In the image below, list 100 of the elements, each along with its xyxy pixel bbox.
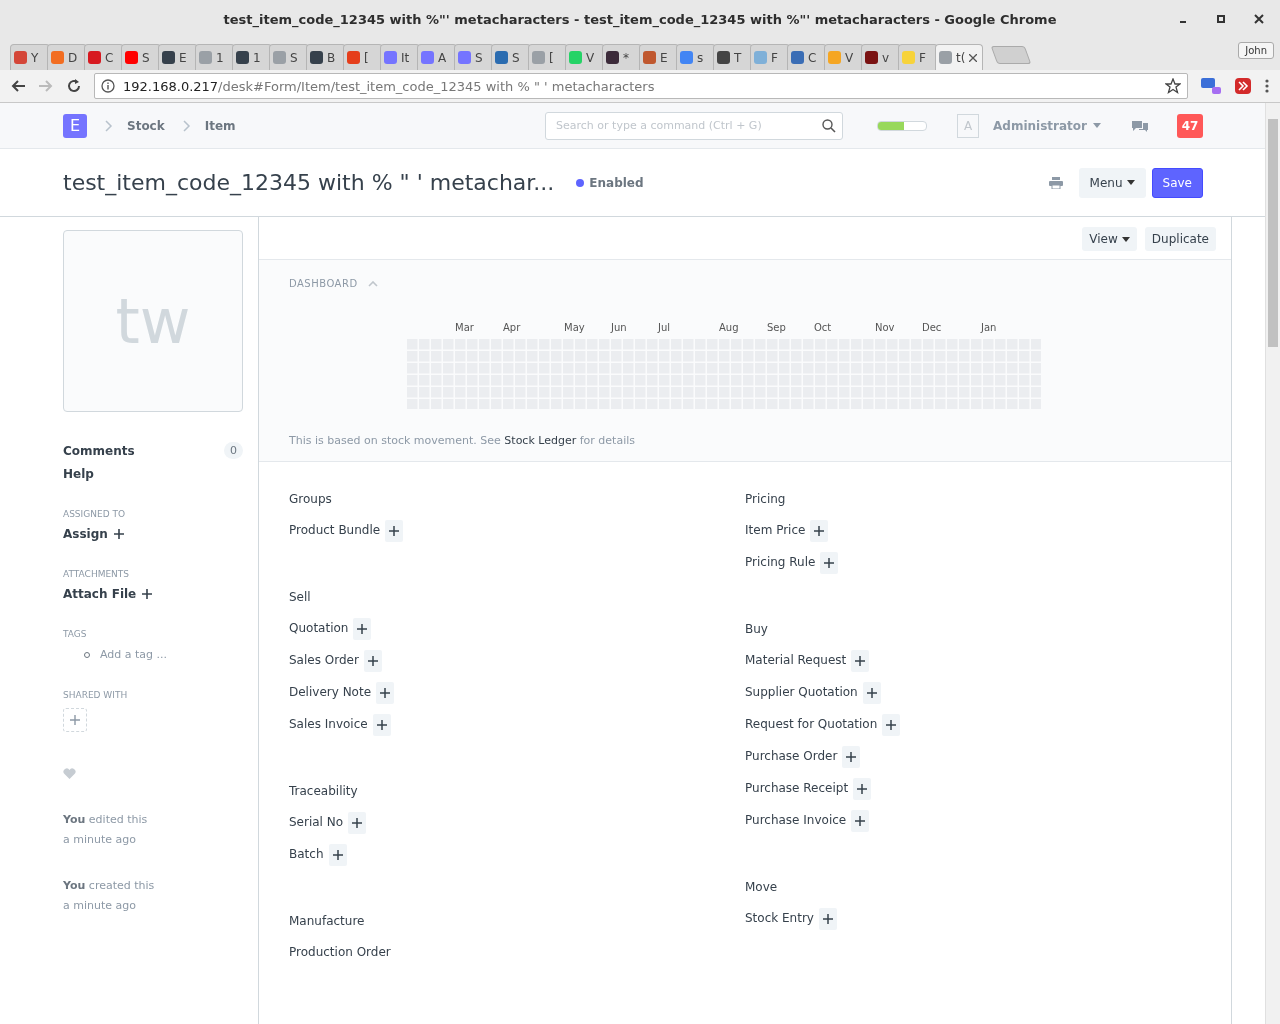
browser-tab[interactable]: C	[787, 44, 827, 70]
add-button[interactable]	[882, 714, 901, 736]
reload-icon[interactable]	[66, 78, 82, 94]
add-button[interactable]	[842, 746, 861, 768]
browser-tab[interactable]: V	[565, 44, 605, 70]
add-button[interactable]	[851, 810, 870, 832]
document-link[interactable]: Purchase Order	[745, 749, 838, 763]
caret-icon	[1121, 236, 1130, 242]
browser-tab[interactable]: A	[417, 44, 457, 70]
browser-tab[interactable]: *	[602, 44, 642, 70]
browser-tab[interactable]: Y	[10, 44, 50, 70]
browser-tab[interactable]: C	[84, 44, 124, 70]
document-link[interactable]: Supplier Quotation	[745, 685, 858, 699]
document-link[interactable]: Material Request	[745, 653, 847, 667]
menu-icon[interactable]	[1264, 78, 1270, 94]
plus-icon	[352, 818, 363, 828]
group-title: Manufacture	[289, 914, 366, 928]
add-button[interactable]	[348, 812, 367, 834]
document-link[interactable]: Purchase Receipt	[745, 781, 849, 795]
month-label: Nov	[875, 322, 895, 333]
window-title: test_item_code_12345 with %"' metacharacters - test_item_code_12345 with %"' metacharacters - Google Chrome	[223, 11, 1057, 27]
add-button[interactable]	[385, 520, 404, 542]
menu-button[interactable]: Menu	[1078, 167, 1146, 198]
tag-input[interactable]: Add a tag ...	[98, 647, 222, 662]
comments-link[interactable]: Comments	[63, 443, 135, 458]
month-label: Dec	[922, 322, 942, 333]
star-icon[interactable]	[1165, 78, 1181, 94]
help-link[interactable]: Help	[63, 467, 243, 481]
app-logo[interactable]: E	[63, 113, 87, 138]
document-link[interactable]: Batch	[289, 847, 324, 861]
add-button[interactable]	[363, 650, 382, 672]
profile-button[interactable]: John	[1238, 42, 1274, 59]
breadcrumb-link[interactable]: Stock	[127, 118, 165, 133]
add-button[interactable]	[376, 682, 395, 704]
document-link[interactable]: Purchase Invoice	[745, 813, 847, 827]
document-link[interactable]: Stock Entry	[745, 911, 814, 925]
document-link[interactable]: Item Price	[745, 523, 806, 537]
chat-icon[interactable]	[1131, 118, 1149, 133]
close-icon[interactable]	[969, 53, 978, 62]
sidebar-action-link[interactable]: Attach File	[63, 587, 243, 601]
add-button[interactable]	[862, 682, 881, 704]
back-icon[interactable]	[10, 78, 26, 94]
add-button[interactable]	[328, 844, 347, 866]
browser-tab[interactable]: V	[824, 44, 864, 70]
browser-tab[interactable]: t(	[935, 44, 983, 70]
browser-tab[interactable]: [	[343, 44, 383, 70]
browser-tab[interactable]: E	[158, 44, 198, 70]
add-button[interactable]	[851, 650, 870, 672]
browser-tab[interactable]: s	[676, 44, 716, 70]
browser-tab[interactable]: S	[121, 44, 161, 70]
browser-tab[interactable]: v	[861, 44, 901, 70]
browser-tab[interactable]: S	[269, 44, 309, 70]
add-button[interactable]	[353, 618, 372, 640]
document-link[interactable]: Quotation	[289, 621, 349, 635]
stock-ledger-link[interactable]: Stock Ledger	[504, 434, 577, 447]
plus-icon	[822, 914, 833, 924]
document-link[interactable]: Sales Invoice	[289, 717, 368, 731]
browser-tab[interactable]: S	[491, 44, 531, 70]
breadcrumb-link[interactable]: Item	[204, 118, 236, 133]
document-link[interactable]: Pricing Rule	[745, 555, 816, 569]
plus-icon	[814, 526, 825, 536]
save-button[interactable]: Save	[1151, 167, 1203, 198]
document-link[interactable]: Product Bundle	[289, 523, 381, 537]
plus-icon	[70, 715, 80, 725]
document-link[interactable]: Production Order	[289, 945, 391, 959]
browser-tab[interactable]: T	[713, 44, 753, 70]
document-link[interactable]: Delivery Note	[289, 685, 372, 699]
duplicate-button[interactable]: Duplicate	[1144, 227, 1216, 251]
browser-tab[interactable]: B	[306, 44, 346, 70]
sidebar-action-link[interactable]: Assign	[63, 527, 243, 541]
browser-tab[interactable]: F	[898, 44, 938, 70]
add-button[interactable]	[810, 520, 829, 542]
browser-tab[interactable]: E	[639, 44, 679, 70]
extension-icon[interactable]	[1200, 76, 1222, 96]
add-button[interactable]	[818, 908, 837, 930]
close-icon[interactable]	[1254, 14, 1264, 24]
browser-tab[interactable]: 1	[232, 44, 272, 70]
add-button[interactable]	[853, 778, 872, 800]
browser-tab[interactable]: 1	[195, 44, 235, 70]
print-icon[interactable]	[1048, 176, 1063, 189]
extension-icon[interactable]	[1234, 77, 1252, 95]
browser-tab[interactable]: [	[528, 44, 568, 70]
address-field[interactable]: 192.168.0.217/desk#Form/Item/test_item_code_12345 with % " ' metacharacters	[94, 73, 1188, 99]
document-link[interactable]: Request for Quotation	[745, 717, 878, 731]
browser-tab[interactable]: S	[454, 44, 494, 70]
section-heading: ATTACHMENTS	[63, 569, 131, 579]
plus-icon	[866, 688, 877, 698]
plus-icon	[824, 558, 835, 568]
add-button[interactable]	[372, 714, 391, 736]
scrollbar[interactable]	[1265, 103, 1280, 1024]
document-link[interactable]: Serial No	[289, 815, 344, 829]
activity-time: a minute ago	[63, 898, 137, 914]
maximize-icon[interactable]	[1216, 14, 1226, 24]
browser-tab[interactable]: D	[47, 44, 87, 70]
document-link[interactable]: Sales Order	[289, 653, 359, 667]
add-button[interactable]	[820, 552, 839, 574]
search-field[interactable]: Search or type a command (Ctrl + G)	[545, 111, 844, 140]
browser-tab[interactable]: F	[750, 44, 790, 70]
browser-tab[interactable]: It	[380, 44, 420, 70]
view-button[interactable]: View	[1082, 227, 1137, 251]
